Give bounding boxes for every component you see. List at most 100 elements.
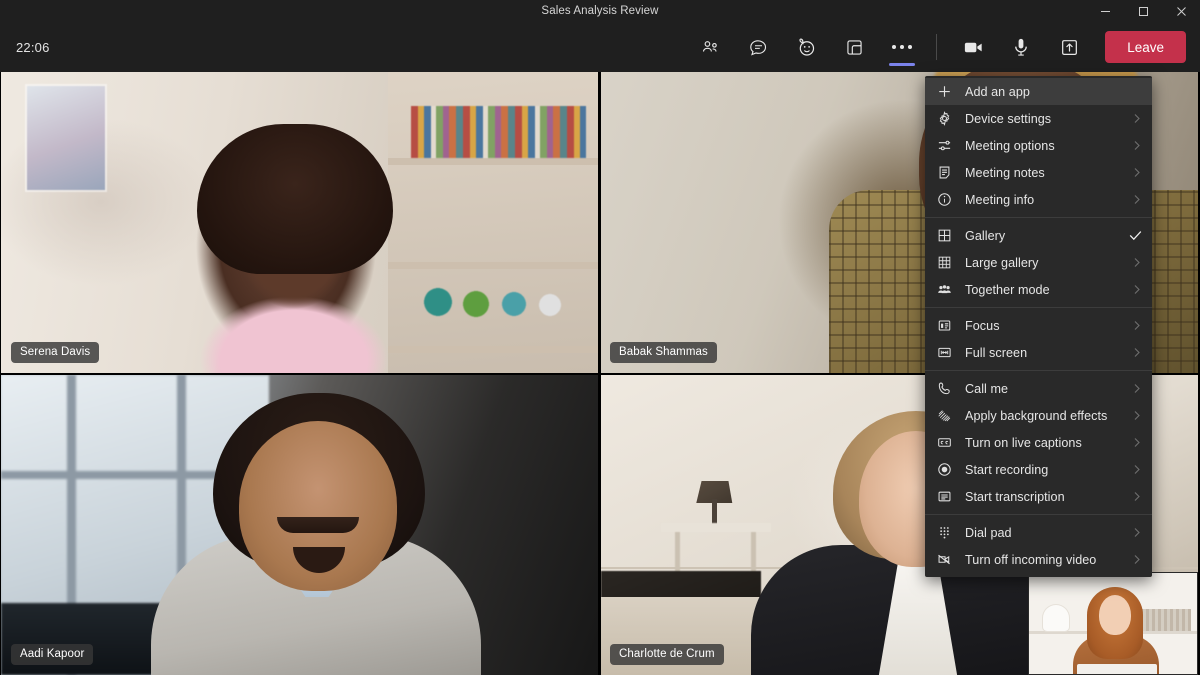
menu-item-label: Add an app: [965, 84, 1030, 99]
participant-video: [1, 72, 598, 373]
toolbar-actions: Leave: [686, 22, 1200, 72]
microphone-icon: [1010, 36, 1032, 58]
menu-item-label: Turn off incoming video: [965, 552, 1097, 567]
meeting-toolbar: 22:06 Leave: [0, 22, 1200, 72]
info-icon: [937, 191, 959, 209]
people-icon: [700, 37, 721, 58]
menu-item-dial-pad[interactable]: Dial pad: [925, 519, 1152, 546]
maximize-button[interactable]: [1124, 0, 1162, 22]
menu-item-focus[interactable]: Focus: [925, 312, 1152, 339]
participant-name-label: Aadi Kapoor: [11, 644, 94, 665]
menu-item-label: Together mode: [965, 282, 1050, 297]
menu-item-label: Start recording: [965, 462, 1049, 477]
menu-item-add-an-app[interactable]: Add an app: [925, 78, 1152, 105]
self-view-video: [1029, 573, 1197, 674]
share-content-button[interactable]: [1049, 25, 1089, 69]
more-actions-menu: Add an app Device settings Meeting optio…: [925, 76, 1152, 577]
menu-item-apply-background-effects[interactable]: Apply background effects: [925, 402, 1152, 429]
menu-item-turn-off-incoming-video[interactable]: Turn off incoming video: [925, 546, 1152, 573]
phone-icon: [937, 380, 959, 398]
show-rooms-button[interactable]: [834, 25, 874, 69]
camera-icon: [962, 36, 985, 59]
chevron-right-icon: [1132, 491, 1142, 502]
toggle-mic-button[interactable]: [1001, 25, 1041, 69]
show-conversation-button[interactable]: [738, 25, 778, 69]
menu-group: Focus Full screen: [925, 312, 1152, 366]
chevron-right-icon: [1132, 464, 1142, 475]
menu-item-label: Full screen: [965, 345, 1028, 360]
chevron-right-icon: [1132, 284, 1142, 295]
menu-group: Add an app Device settings Meeting optio…: [925, 78, 1152, 213]
participant-name-label: Charlotte de Crum: [610, 644, 724, 665]
chevron-right-icon: [1132, 383, 1142, 394]
menu-item-label: Device settings: [965, 111, 1052, 126]
show-reactions-button[interactable]: [786, 25, 826, 69]
show-participants-button[interactable]: [690, 25, 730, 69]
chevron-right-icon: [1132, 527, 1142, 538]
sliders-icon: [937, 137, 959, 155]
chevron-right-icon: [1132, 167, 1142, 178]
minimize-button[interactable]: [1086, 0, 1124, 22]
chevron-right-icon: [1132, 194, 1142, 205]
participant-tile[interactable]: Serena Davis: [1, 72, 598, 373]
menu-item-label: Call me: [965, 381, 1009, 396]
closed-captions-icon: [937, 434, 959, 452]
video-off-icon: [937, 551, 959, 569]
menu-item-turn-on-live-captions[interactable]: Turn on live captions: [925, 429, 1152, 456]
menu-item-gallery[interactable]: Gallery: [925, 222, 1152, 249]
chevron-right-icon: [1132, 437, 1142, 448]
menu-item-start-recording[interactable]: Start recording: [925, 456, 1152, 483]
background-effects-icon: [937, 407, 959, 425]
menu-item-label: Meeting info: [965, 192, 1035, 207]
reactions-icon: [795, 36, 817, 58]
menu-item-start-transcription[interactable]: Start transcription: [925, 483, 1152, 510]
menu-item-label: Large gallery: [965, 255, 1039, 270]
record-icon: [937, 461, 959, 479]
menu-item-label: Apply background effects: [965, 408, 1108, 423]
grid-3x3-icon: [937, 254, 959, 272]
ellipsis-icon: [892, 45, 913, 49]
chevron-right-icon: [1132, 113, 1142, 124]
participant-name-label: Serena Davis: [11, 342, 100, 363]
self-view-thumbnail[interactable]: [1028, 572, 1198, 675]
transcription-icon: [937, 488, 959, 506]
participant-tile[interactable]: Aadi Kapoor: [1, 375, 598, 675]
menu-item-full-screen[interactable]: Full screen: [925, 339, 1152, 366]
menu-item-meeting-options[interactable]: Meeting options: [925, 132, 1152, 159]
menu-item-label: Focus: [965, 318, 1000, 333]
full-screen-icon: [937, 344, 959, 362]
menu-item-together-mode[interactable]: Together mode: [925, 276, 1152, 303]
menu-item-large-gallery[interactable]: Large gallery: [925, 249, 1152, 276]
window-title-bar: Sales Analysis Review: [0, 0, 1200, 22]
more-options-button[interactable]: [882, 25, 922, 69]
window-controls: [1086, 0, 1200, 22]
menu-item-label: Meeting options: [965, 138, 1055, 153]
menu-item-label: Dial pad: [965, 525, 1012, 540]
menu-item-label: Meeting notes: [965, 165, 1045, 180]
breakout-rooms-icon: [844, 37, 865, 58]
menu-group: Gallery Large gallery Together mode: [925, 222, 1152, 303]
menu-separator: [925, 514, 1152, 515]
menu-separator: [925, 217, 1152, 218]
menu-item-call-me[interactable]: Call me: [925, 375, 1152, 402]
dial-pad-icon: [937, 524, 959, 542]
participant-name-label: Babak Shammas: [610, 342, 717, 363]
share-screen-icon: [1059, 37, 1080, 58]
menu-item-meeting-notes[interactable]: Meeting notes: [925, 159, 1152, 186]
menu-item-label: Turn on live captions: [965, 435, 1082, 450]
toolbar-divider: [936, 34, 938, 60]
menu-item-label: Start transcription: [965, 489, 1065, 504]
close-button[interactable]: [1162, 0, 1200, 22]
toggle-camera-button[interactable]: [953, 25, 993, 69]
focus-icon: [937, 317, 959, 335]
chat-icon: [748, 37, 769, 58]
menu-item-device-settings[interactable]: Device settings: [925, 105, 1152, 132]
menu-group: Call me Apply background effects Turn on…: [925, 375, 1152, 510]
menu-item-meeting-info[interactable]: Meeting info: [925, 186, 1152, 213]
together-mode-icon: [937, 281, 959, 299]
chevron-right-icon: [1132, 140, 1142, 151]
checkmark-icon: [1128, 230, 1142, 241]
participant-video: [1, 375, 598, 675]
leave-button[interactable]: Leave: [1105, 31, 1186, 63]
window-title: Sales Analysis Review: [541, 5, 659, 17]
